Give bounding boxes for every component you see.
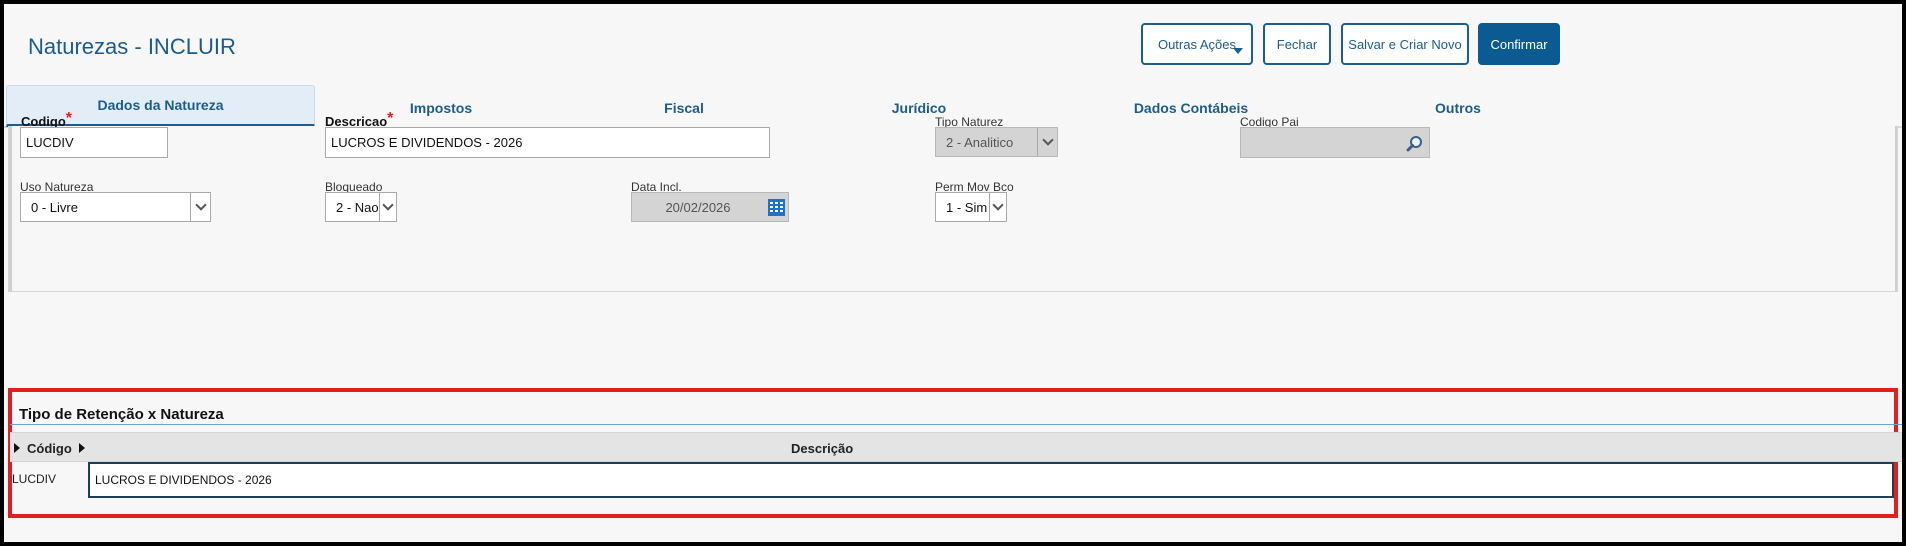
tipo-natureza-select[interactable]: 2 - Analitico (935, 127, 1058, 157)
grid-cell-codigo[interactable]: LUCDIV (12, 472, 56, 486)
bloqueado-select[interactable]: 2 - Nao (325, 192, 397, 222)
panel-right-border (1895, 126, 1897, 292)
perm-mov-bco-select[interactable]: 1 - Sim (935, 192, 1007, 222)
other-actions-label: Outras Ações (1157, 36, 1237, 52)
grid-title-underline (10, 424, 1902, 425)
required-marker: * (65, 110, 72, 127)
confirm-label: Confirmar (1490, 36, 1548, 52)
tab-label: Jurídico (891, 100, 947, 116)
chevron-down-icon (989, 193, 1006, 221)
confirm-button[interactable]: Confirmar (1478, 23, 1560, 65)
tab-label: Dados Contábeis (1133, 100, 1249, 116)
descricao-field[interactable]: LUCROS E DIVIDENDOS - 2026 (325, 127, 770, 158)
codigo-value: LUCDIV (26, 135, 74, 150)
sort-arrow-icon[interactable] (79, 443, 85, 453)
page-title: Naturezas - INCLUIR (28, 34, 236, 59)
codigo-field[interactable]: LUCDIV (20, 127, 168, 158)
chevron-down-icon (379, 193, 396, 221)
uso-natureza-value: 0 - Livre (31, 199, 78, 215)
search-icon[interactable] (1406, 135, 1423, 152)
grid-cell-descricao-value: LUCROS E DIVIDENDOS - 2026 (95, 473, 272, 487)
grid-title: Tipo de Retenção x Natureza (19, 406, 224, 423)
required-marker: * (387, 110, 394, 127)
descricao-value: LUCROS E DIVIDENDOS - 2026 (331, 135, 523, 150)
tipo-natureza-value: 2 - Analitico (946, 134, 1014, 150)
tab-fiscal[interactable]: Fiscal (634, 90, 734, 126)
close-button[interactable]: Fechar (1263, 23, 1331, 65)
tab-label: Dados da Natureza (97, 97, 224, 113)
sort-arrow-icon[interactable] (14, 443, 20, 453)
app-window: Naturezas - INCLUIR Outras Ações Fechar … (4, 4, 1902, 542)
data-incl-value: 20/02/2026 (665, 199, 731, 215)
panel-left-border (9, 126, 12, 292)
save-and-new-label: Salvar e Criar Novo (1348, 36, 1462, 52)
uso-natureza-select[interactable]: 0 - Livre (20, 192, 211, 222)
calendar-icon[interactable] (768, 199, 785, 216)
bloqueado-value: 2 - Nao (336, 199, 379, 215)
tab-label: Fiscal (664, 100, 704, 116)
column-header-descricao[interactable]: Descrição (791, 441, 853, 456)
data-incl-field[interactable]: 20/02/2026 (631, 192, 789, 222)
column-header-codigo[interactable]: Código (27, 441, 72, 456)
perm-mov-bco-value: 1 - Sim (946, 199, 988, 215)
tab-label: Outros (1435, 100, 1481, 116)
grid-cell-descricao[interactable]: LUCROS E DIVIDENDOS - 2026 (88, 462, 1894, 498)
tab-outros[interactable]: Outros (1408, 90, 1508, 126)
other-actions-button[interactable]: Outras Ações (1141, 23, 1253, 65)
save-and-new-button[interactable]: Salvar e Criar Novo (1341, 23, 1469, 65)
chevron-down-icon (190, 193, 210, 221)
caret-down-icon (1233, 48, 1243, 54)
grid-header: Código Descrição (10, 432, 1902, 462)
chevron-down-icon (1037, 128, 1057, 156)
close-label: Fechar (1276, 36, 1318, 52)
tab-impostos[interactable]: Impostos (376, 90, 506, 126)
tab-label: Impostos (409, 100, 473, 116)
codigo-pai-field[interactable] (1240, 127, 1430, 158)
